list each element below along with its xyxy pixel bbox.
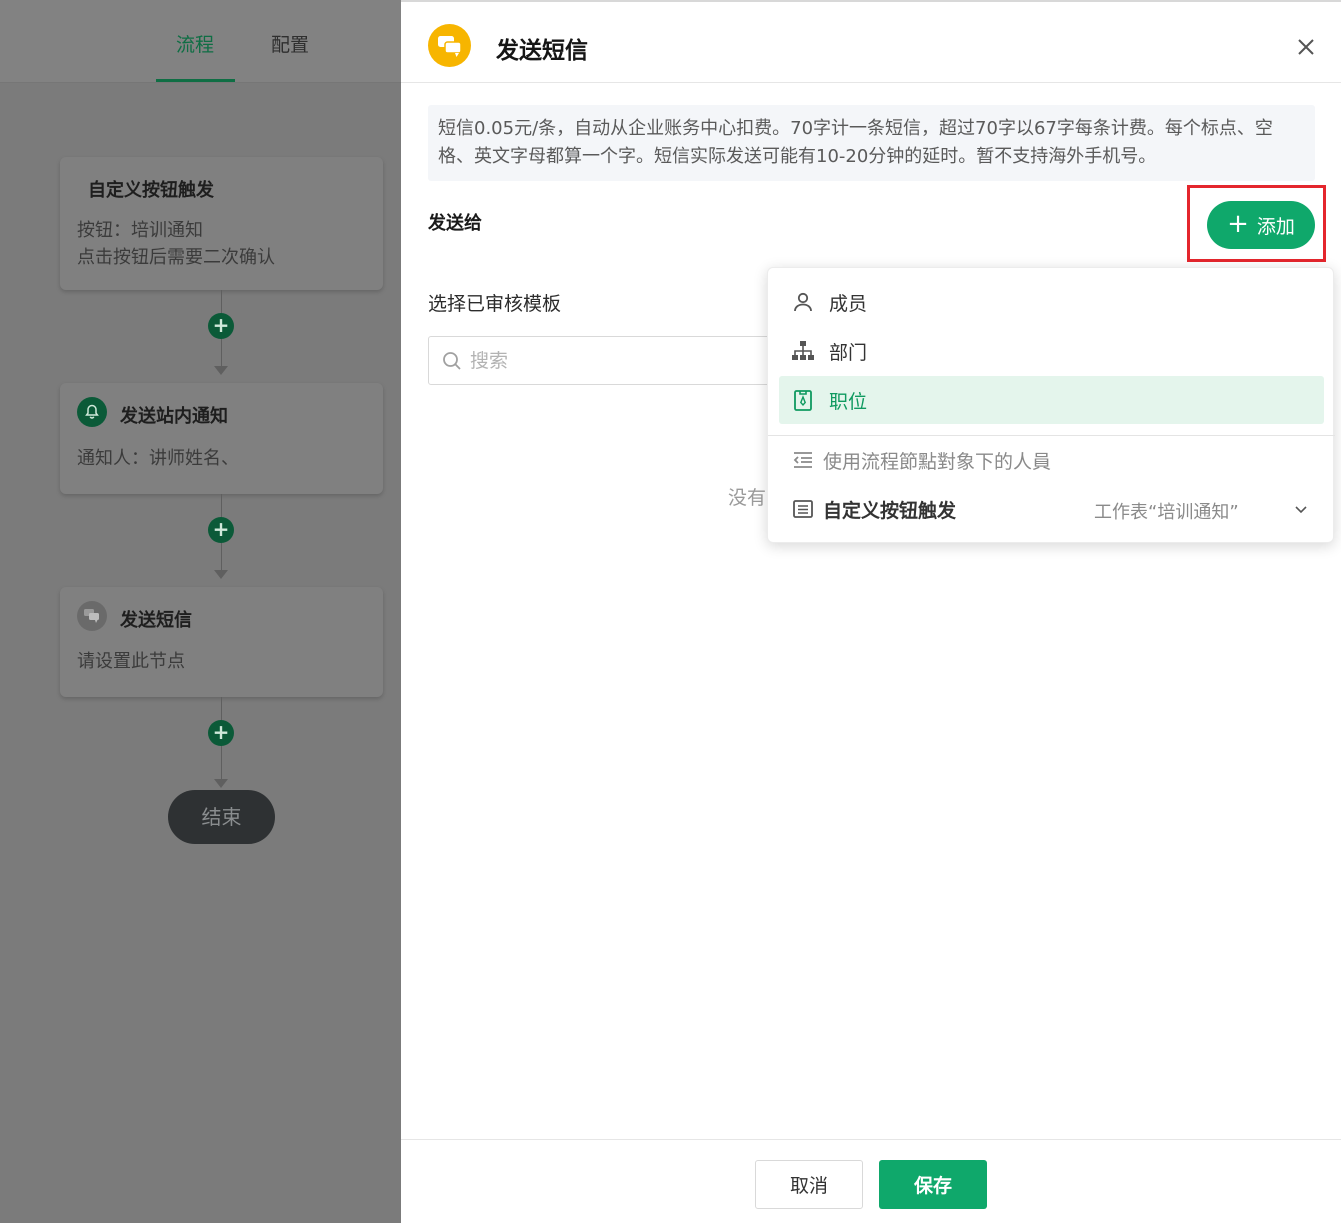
add-node-button[interactable]: + xyxy=(208,720,234,746)
drawer-footer: 取消 保存 xyxy=(401,1139,1341,1223)
node-detail: 按钮：培训通知 xyxy=(77,220,203,241)
tab-flow[interactable]: 流程 xyxy=(176,30,214,57)
empty-state-text: 没有 xyxy=(728,487,767,509)
active-tab-indicator xyxy=(156,79,235,82)
menu-item-flow-node-users[interactable]: 使用流程節點對象下的人員 xyxy=(779,436,1324,484)
workflow-tabs-bar: 流程 配置 xyxy=(0,0,401,83)
org-chart-icon xyxy=(791,339,815,363)
tab-config[interactable]: 配置 xyxy=(271,30,309,57)
trigger-node[interactable]: 自定义按钮触发 按钮：培训通知 点击按钮后需要二次确认 xyxy=(60,157,383,290)
end-node: 结束 xyxy=(168,790,275,844)
add-node-button[interactable]: + xyxy=(208,517,234,543)
drawer-header: 发送短信 xyxy=(401,2,1341,83)
badge-icon xyxy=(791,388,815,412)
chat-bubbles-icon xyxy=(77,601,107,631)
form-list-icon xyxy=(791,497,815,521)
search-icon xyxy=(443,352,461,370)
recipient-type-dropdown: 成员 部门 职位 使用流程節點對象下的人員 自定义按钮触发 工作表“培训通知” xyxy=(767,267,1335,543)
chevron-down-icon[interactable] xyxy=(1291,499,1311,519)
menu-item-label: 成员 xyxy=(829,292,868,315)
bell-icon xyxy=(77,397,107,427)
menu-item-trigger-source[interactable]: 自定义按钮触发 工作表“培训通知” xyxy=(779,485,1324,533)
node-title: 自定义按钮触发 xyxy=(88,180,214,201)
connector-arrow xyxy=(214,779,228,788)
search-input[interactable] xyxy=(470,337,800,384)
node-detail: 请设置此节点 xyxy=(77,651,185,672)
add-button-label: 添加 xyxy=(1256,215,1295,238)
close-icon[interactable] xyxy=(1295,36,1317,58)
connector-arrow xyxy=(214,366,228,375)
node-title: 发送短信 xyxy=(120,610,192,631)
indent-list-icon xyxy=(791,448,815,472)
node-detail: 通知人：讲师姓名、 xyxy=(77,448,239,469)
in-app-notice-node[interactable]: 发送站内通知 通知人：讲师姓名、 xyxy=(60,383,383,494)
menu-item-member[interactable]: 成员 xyxy=(779,278,1324,326)
cancel-button[interactable]: 取消 xyxy=(755,1160,863,1209)
drawer-title: 发送短信 xyxy=(496,38,588,64)
sms-node[interactable]: 发送短信 请设置此节点 xyxy=(60,587,383,697)
billing-notice: 短信0.05元/条，自动从企业账务中心扣费。70字计一条短信，超过70字以67字… xyxy=(428,105,1315,181)
menu-item-label: 职位 xyxy=(829,390,868,413)
workflow-canvas: 流程 配置 自定义按钮触发 按钮：培训通知 点击按钮后需要二次确认 + 发送站内… xyxy=(0,0,401,1223)
menu-item-label: 使用流程節點對象下的人員 xyxy=(823,450,1052,473)
menu-item-position[interactable]: 职位 xyxy=(779,376,1324,424)
trigger-sheet-name: 工作表“培训通知” xyxy=(1094,502,1239,523)
save-button[interactable]: 保存 xyxy=(879,1160,987,1209)
node-detail: 点击按钮后需要二次确认 xyxy=(77,247,275,268)
send-to-label: 发送给 xyxy=(428,213,482,234)
plus-icon: + xyxy=(1227,209,1249,239)
add-node-button[interactable]: + xyxy=(208,313,234,339)
add-recipient-button[interactable]: + 添加 xyxy=(1207,201,1315,249)
menu-item-label: 自定义按钮触发 xyxy=(823,499,957,522)
menu-item-department[interactable]: 部门 xyxy=(779,327,1324,375)
template-label: 选择已审核模板 xyxy=(428,293,562,315)
node-title: 发送站内通知 xyxy=(120,406,228,427)
user-icon xyxy=(791,290,815,314)
connector-arrow xyxy=(214,570,228,579)
menu-item-label: 部门 xyxy=(829,341,868,364)
sms-config-drawer: 发送短信 短信0.05元/条，自动从企业账务中心扣费。70字计一条短信，超过70… xyxy=(401,0,1341,1223)
chat-bubbles-icon xyxy=(428,24,471,67)
